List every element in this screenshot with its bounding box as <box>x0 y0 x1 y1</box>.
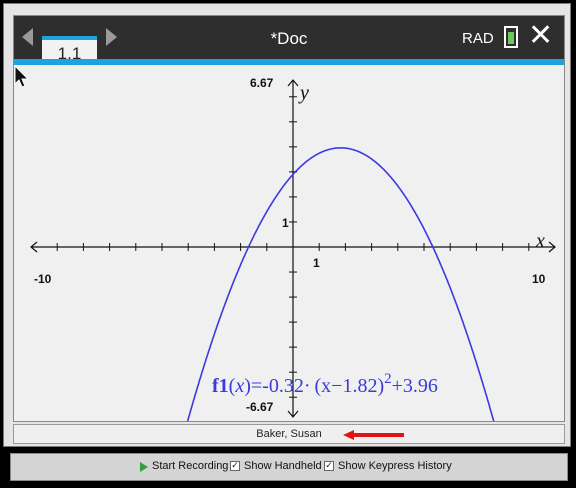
y-unit-label: 1 <box>282 216 289 230</box>
app-frame: 1.1 *Doc RAD ✕ -10 10 6.67 -6.67 1 1 x y… <box>3 3 571 447</box>
y-axis-name: y <box>298 82 309 104</box>
show-handheld-checkbox[interactable]: ✓ <box>230 461 240 471</box>
title-bar: 1.1 *Doc RAD ✕ <box>14 16 564 71</box>
start-recording-button[interactable]: Start Recording <box>152 460 228 472</box>
x-min-label: -10 <box>34 272 52 286</box>
owner-name: Baker, Susan <box>256 428 322 440</box>
play-icon[interactable] <box>140 462 148 472</box>
x-unit-label: 1 <box>313 256 320 270</box>
bottom-toolbar: Start Recording ✓ Show Handheld ✓ Show K… <box>10 453 568 481</box>
pointer-arrow-icon <box>343 430 404 440</box>
owner-bar: Baker, Susan <box>13 424 565 444</box>
calculator-screen: 1.1 *Doc RAD ✕ -10 10 6.67 -6.67 1 1 x y… <box>13 15 565 422</box>
function-expr-a: =-0.32· <box>251 375 311 397</box>
show-keypress-history-label[interactable]: Show Keypress History <box>338 460 452 472</box>
function-expr-b: (x−1.82) <box>315 375 385 397</box>
function-arg: x <box>234 375 244 397</box>
angle-mode-indicator: RAD <box>462 30 494 47</box>
function-expr-c: +3.96 <box>392 375 438 397</box>
y-min-label: -6.67 <box>246 400 274 414</box>
graph-area[interactable]: -10 10 6.67 -6.67 1 1 x y f1(x)=-0.32· (x… <box>14 65 564 421</box>
function-label[interactable]: f1(x)=-0.32· (x−1.82)2+3.96 <box>212 371 438 397</box>
function-name: f1 <box>212 375 229 397</box>
x-max-label: 10 <box>532 272 546 286</box>
close-icon[interactable]: ✕ <box>528 19 553 53</box>
show-handheld-label[interactable]: Show Handheld <box>244 460 322 472</box>
show-keypress-history-checkbox[interactable]: ✓ <box>324 461 334 471</box>
function-exponent: 2 <box>384 371 392 387</box>
mouse-pointer-icon <box>14 65 30 88</box>
battery-icon <box>504 26 518 48</box>
function-close-paren: ) <box>244 375 251 397</box>
y-max-label: 6.67 <box>250 76 274 90</box>
x-axis-name: x <box>535 230 545 252</box>
graph-canvas[interactable]: -10 10 6.67 -6.67 1 1 x y f1(x)=-0.32· (x… <box>14 65 564 421</box>
